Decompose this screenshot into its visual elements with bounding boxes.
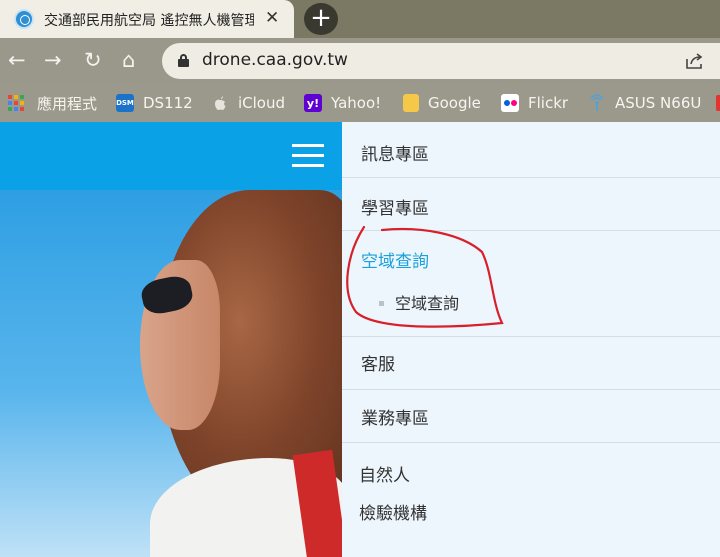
- forward-arrow-icon[interactable]: →: [44, 48, 62, 72]
- bookmark-label: DS112: [143, 94, 193, 112]
- bookmark-flickr[interactable]: Flickr: [501, 84, 568, 122]
- bookmark-google[interactable]: Google: [403, 84, 481, 122]
- wifi-router-icon: [590, 94, 604, 111]
- web-page: 訊息專區 學習專區 空域查詢 空域查詢 客服 業務專區 自然人 檢驗機構: [0, 122, 720, 557]
- bookmarks-bar: 應用程式 DSM DS112 iCloud y! Yahoo! Google F…: [0, 84, 720, 122]
- home-icon[interactable]: ⌂: [122, 48, 135, 72]
- hero-image: [0, 190, 342, 557]
- url-text[interactable]: drone.caa.gov.tw: [202, 50, 348, 70]
- slide-out-menu: 訊息專區 學習專區 空域查詢 空域查詢 客服 業務專區 自然人 檢驗機構: [342, 122, 720, 557]
- bookmark-label: iCloud: [238, 94, 286, 112]
- tab-strip: 交通部民用航空局 遙控無人機管理 ✕ +: [0, 0, 720, 38]
- menu-item-label: 業務專區: [361, 409, 429, 429]
- hamburger-menu-icon[interactable]: [292, 144, 324, 168]
- browser-tab-active[interactable]: 交通部民用航空局 遙控無人機管理 ✕: [0, 0, 294, 38]
- bookmark-label: 應用程式: [37, 94, 98, 113]
- bookmark-overflow-icon[interactable]: [716, 95, 720, 111]
- bookmark-label: Google: [428, 94, 481, 112]
- share-icon[interactable]: [684, 51, 704, 71]
- new-tab-button[interactable]: +: [304, 3, 338, 35]
- red-circle-annotation: [346, 225, 504, 328]
- reload-icon[interactable]: ↻: [84, 48, 102, 72]
- tab-close-icon[interactable]: ✕: [265, 8, 279, 28]
- bookmark-icloud[interactable]: iCloud: [211, 84, 285, 122]
- back-arrow-icon[interactable]: ←: [8, 48, 26, 72]
- dsm-icon: DSM: [116, 94, 134, 112]
- bookmark-label: Yahoo!: [331, 94, 382, 112]
- bookmark-ds112[interactable]: DSM DS112: [116, 84, 193, 122]
- yahoo-icon: y!: [304, 94, 322, 112]
- site-favicon-icon: [14, 9, 34, 29]
- menu-item-business[interactable]: 業務專區: [342, 390, 720, 443]
- bookmark-yahoo[interactable]: y! Yahoo!: [304, 84, 381, 122]
- bookmark-asus-router[interactable]: ASUS N66U: [588, 84, 701, 122]
- navigation-bar: ← → ↻ ⌂ drone.caa.gov.tw: [0, 38, 720, 84]
- bookmark-label: Flickr: [528, 94, 569, 112]
- apple-icon: [215, 96, 226, 110]
- menu-item-label: 客服: [361, 355, 395, 375]
- site-header: [0, 122, 342, 190]
- folder-icon: [403, 94, 419, 112]
- bookmark-apps[interactable]: 應用程式: [8, 84, 97, 122]
- bookmark-label: ASUS N66U: [615, 94, 702, 112]
- menu-link-natural-person[interactable]: 自然人: [359, 461, 410, 486]
- flickr-icon: [501, 94, 519, 112]
- menu-link-inspection-agency[interactable]: 檢驗機構: [359, 499, 427, 524]
- address-bar[interactable]: drone.caa.gov.tw: [162, 43, 720, 79]
- tab-title: 交通部民用航空局 遙控無人機管理: [44, 13, 254, 29]
- apps-grid-icon: [8, 95, 24, 111]
- lock-icon[interactable]: [178, 54, 189, 67]
